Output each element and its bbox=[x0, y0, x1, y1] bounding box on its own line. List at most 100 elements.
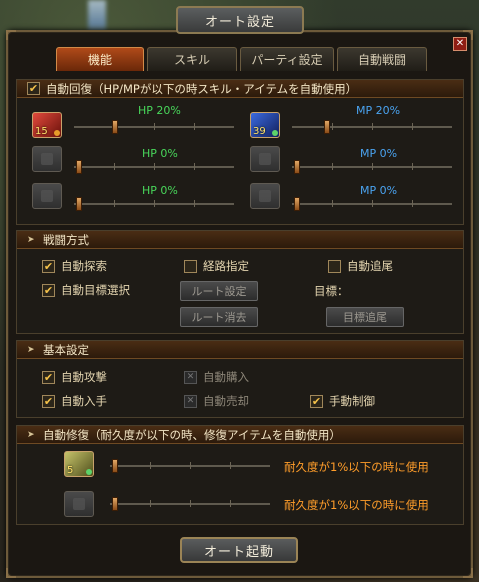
slider-tick bbox=[372, 163, 373, 170]
item-status-icon bbox=[272, 130, 278, 136]
auto-attack-option[interactable]: 自動攻撃 bbox=[42, 369, 107, 385]
hp-potion-slot[interactable]: 15 bbox=[32, 112, 62, 138]
item-quantity: 15 bbox=[35, 126, 48, 137]
slider-tick bbox=[412, 200, 413, 207]
slider-tick bbox=[114, 163, 115, 170]
auto-search-checkbox[interactable] bbox=[42, 259, 55, 273]
auto-loot-checkbox[interactable] bbox=[42, 394, 55, 408]
auto-follow-label: 自動追尾 bbox=[347, 259, 393, 273]
hp-threshold-slider[interactable] bbox=[74, 197, 234, 211]
tab-bar: 機能 スキル パーティ設定 自動戦闘 bbox=[56, 47, 427, 71]
mp-item-slot-empty[interactable] bbox=[250, 183, 280, 209]
route-option[interactable]: 経路指定 bbox=[184, 258, 249, 274]
auto-repair-title: 自動修復（耐久度が以下の時、修復アイテムを自動使用） bbox=[43, 427, 341, 442]
window-title: オート設定 bbox=[176, 6, 304, 34]
close-icon: ✕ bbox=[455, 38, 465, 49]
basic-settings-title: 基本設定 bbox=[43, 342, 89, 357]
mp-threshold-value: MP 20% bbox=[356, 104, 401, 117]
slider-tick bbox=[190, 500, 191, 507]
slider-tick bbox=[412, 163, 413, 170]
slider-knob[interactable] bbox=[294, 197, 300, 211]
combat-method-header: ➤ 戦闘方式 bbox=[17, 231, 463, 249]
auto-search-option[interactable]: 自動探索 bbox=[42, 258, 107, 274]
slider-tick bbox=[154, 163, 155, 170]
hp-item-slot-empty[interactable] bbox=[32, 183, 62, 209]
item-quantity: 5 bbox=[67, 465, 74, 476]
auto-buy-option: 自動購入 bbox=[184, 369, 249, 385]
section-arrow-icon: ➤ bbox=[27, 429, 35, 440]
route-checkbox[interactable] bbox=[184, 259, 197, 273]
auto-loot-option[interactable]: 自動入手 bbox=[42, 393, 107, 409]
slider-knob[interactable] bbox=[112, 120, 118, 134]
slider-tick bbox=[412, 123, 413, 130]
mp-threshold-value: MP 0% bbox=[360, 184, 398, 197]
slider-knob[interactable] bbox=[294, 160, 300, 174]
durability-threshold-slider[interactable] bbox=[110, 497, 270, 511]
slider-tick bbox=[150, 500, 151, 507]
auto-recovery-title: 自動回復（HP/MPが以下の時スキル・アイテムを自動使用） bbox=[46, 81, 358, 96]
manual-control-option[interactable]: 手動制御 bbox=[310, 393, 375, 409]
slider-tick bbox=[194, 163, 195, 170]
auto-follow-option[interactable]: 自動追尾 bbox=[328, 258, 393, 274]
slider-tick bbox=[230, 462, 231, 469]
auto-recovery-header: 自動回復（HP/MPが以下の時スキル・アイテムを自動使用） bbox=[17, 80, 463, 98]
manual-control-label: 手動制御 bbox=[329, 394, 375, 408]
auto-sell-option: 自動売却 bbox=[184, 393, 249, 409]
item-status-icon bbox=[86, 469, 92, 475]
auto-loot-label: 自動入手 bbox=[61, 394, 107, 408]
hp-item-slot-empty[interactable] bbox=[32, 146, 62, 172]
slider-knob[interactable] bbox=[76, 197, 82, 211]
mp-threshold-slider[interactable] bbox=[292, 197, 452, 211]
slider-knob[interactable] bbox=[112, 497, 118, 511]
auto-target-label: 自動目標選択 bbox=[61, 283, 130, 297]
slider-tick bbox=[194, 123, 195, 130]
mp-potion-slot[interactable]: 39 bbox=[250, 112, 280, 138]
slider-tick bbox=[372, 200, 373, 207]
auto-sell-label: 自動売却 bbox=[203, 394, 249, 408]
mp-threshold-slider[interactable] bbox=[292, 160, 452, 174]
durability-threshold-slider[interactable] bbox=[110, 459, 270, 473]
section-arrow-icon: ➤ bbox=[27, 234, 35, 245]
repair-item-slot[interactable]: 5 bbox=[64, 451, 94, 477]
hp-threshold-slider[interactable] bbox=[74, 120, 234, 134]
repair-item-slot-empty[interactable] bbox=[64, 491, 94, 517]
auto-target-option[interactable]: 自動目標選択 bbox=[42, 282, 130, 298]
durability-threshold-text: 耐久度が1%以下の時に使用 bbox=[284, 460, 429, 474]
slider-tick bbox=[332, 200, 333, 207]
manual-control-checkbox[interactable] bbox=[310, 394, 323, 408]
empty-slot-icon bbox=[73, 498, 85, 510]
slider-tick bbox=[114, 200, 115, 207]
empty-slot-icon bbox=[41, 153, 53, 165]
target-label: 目標： bbox=[314, 284, 349, 298]
tab-party-settings[interactable]: パーティ設定 bbox=[240, 47, 334, 71]
route-set-button[interactable]: ルート設定 bbox=[180, 281, 258, 301]
frame-corner bbox=[6, 568, 16, 578]
slider-knob[interactable] bbox=[324, 120, 330, 134]
slider-tick bbox=[194, 200, 195, 207]
hp-threshold-value: HP 20% bbox=[138, 104, 181, 117]
mp-item-slot-empty[interactable] bbox=[250, 146, 280, 172]
auto-target-checkbox[interactable] bbox=[42, 283, 55, 297]
empty-slot-icon bbox=[41, 190, 53, 202]
auto-follow-checkbox[interactable] bbox=[328, 259, 341, 273]
auto-attack-label: 自動攻撃 bbox=[61, 370, 107, 384]
slider-tick bbox=[332, 163, 333, 170]
mp-threshold-slider[interactable] bbox=[292, 120, 452, 134]
mp-threshold-value: MP 0% bbox=[360, 147, 398, 160]
basic-settings-header: ➤ 基本設定 bbox=[17, 341, 463, 359]
tab-functions[interactable]: 機能 bbox=[56, 47, 144, 71]
slider-knob[interactable] bbox=[76, 160, 82, 174]
hp-threshold-slider[interactable] bbox=[74, 160, 234, 174]
auto-recovery-checkbox[interactable] bbox=[27, 82, 40, 95]
target-follow-button[interactable]: 目標追尾 bbox=[326, 307, 404, 327]
auto-start-button[interactable]: オート起動 bbox=[180, 537, 298, 563]
tab-auto-combat[interactable]: 自動戦闘 bbox=[337, 47, 427, 71]
item-status-icon bbox=[54, 130, 60, 136]
slider-knob[interactable] bbox=[112, 459, 118, 473]
slider-tick bbox=[154, 123, 155, 130]
route-clear-button[interactable]: ルート消去 bbox=[180, 307, 258, 327]
tab-skills[interactable]: スキル bbox=[147, 47, 237, 71]
close-button[interactable]: ✕ bbox=[453, 37, 467, 51]
slider-tick bbox=[332, 123, 333, 130]
auto-attack-checkbox[interactable] bbox=[42, 370, 55, 384]
